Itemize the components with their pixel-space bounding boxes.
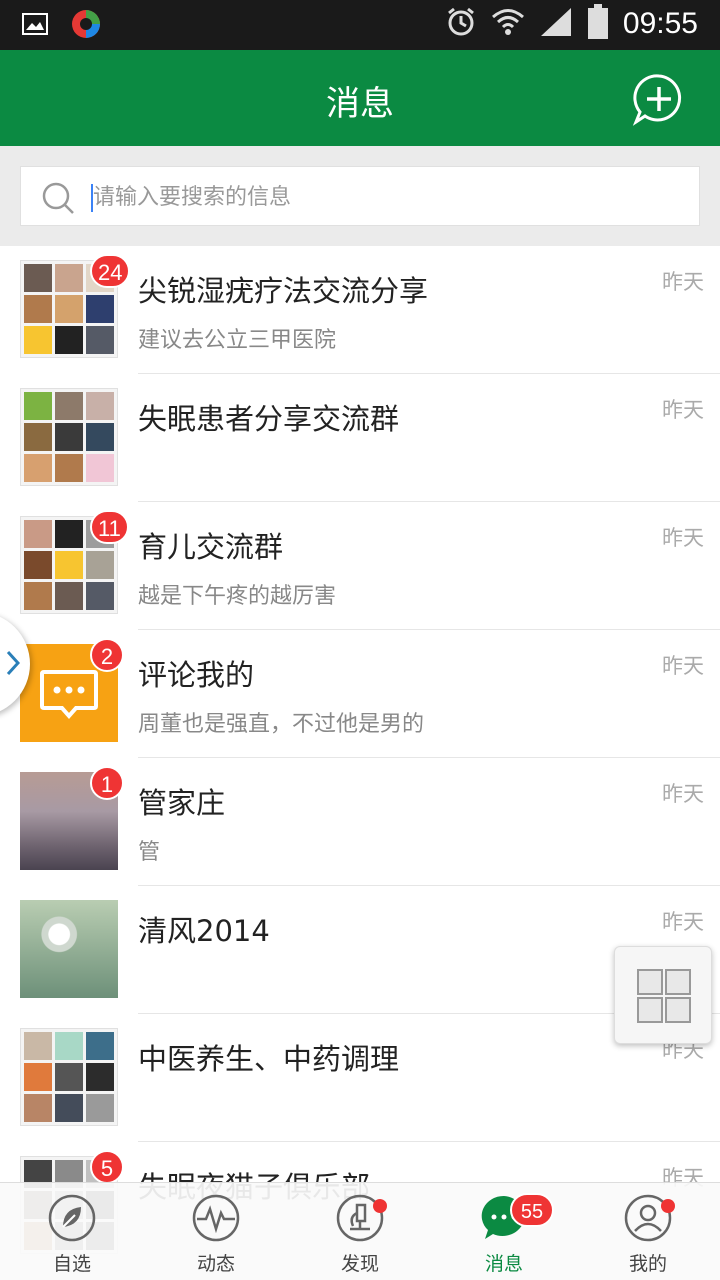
conversation-preview: 管 bbox=[138, 840, 161, 865]
pulse-icon bbox=[192, 1194, 240, 1242]
nav-label: 消息 bbox=[484, 1253, 523, 1275]
conversation-list: 24 尖锐湿疣疗法交流分享 建议去公立三甲医院 昨天 失眠患者分享交流群 昨天 … bbox=[0, 246, 720, 1270]
nav-label: 动态 bbox=[196, 1253, 235, 1275]
nav-tab-discover[interactable]: 发现 bbox=[288, 1183, 432, 1280]
add-chat-icon bbox=[632, 74, 682, 126]
conversation-name: 评论我的 bbox=[138, 658, 255, 692]
conversation-name: 管家庄 bbox=[138, 786, 226, 820]
conversation-time: 昨天 bbox=[662, 910, 704, 934]
unread-count-badge: 55 bbox=[510, 1193, 554, 1227]
nav-tab-feed[interactable]: 动态 bbox=[144, 1183, 288, 1280]
user-avatar bbox=[20, 900, 118, 998]
conversation-time: 昨天 bbox=[662, 526, 704, 550]
conversation-name: 中医养生、中药调理 bbox=[138, 1042, 400, 1076]
bottom-navigation: 自选 动态 发现 55 消息 我的 bbox=[0, 1182, 720, 1280]
unread-badge: 2 bbox=[90, 638, 124, 672]
clock: 09:55 bbox=[622, 7, 698, 40]
conversation-time: 昨天 bbox=[662, 782, 704, 806]
battery-icon bbox=[587, 4, 609, 44]
leaf-icon bbox=[48, 1194, 96, 1242]
page-title: 消息 bbox=[326, 84, 394, 124]
conversation-name: 失眠患者分享交流群 bbox=[138, 402, 400, 436]
conversation-item[interactable]: 2 评论我的 周董也是强直，不过他是男的 昨天 bbox=[0, 630, 720, 758]
search-input[interactable] bbox=[93, 177, 683, 217]
new-chat-button[interactable] bbox=[632, 72, 686, 126]
conversation-preview: 建议去公立三甲医院 bbox=[138, 328, 337, 353]
wifi-icon bbox=[491, 6, 525, 42]
conversation-time: 昨天 bbox=[662, 270, 704, 294]
conversation-preview: 周董也是强直，不过他是男的 bbox=[138, 712, 425, 737]
nav-label: 自选 bbox=[52, 1253, 91, 1275]
conversation-name: 尖锐湿疣疗法交流分享 bbox=[138, 274, 429, 308]
nav-tab-watchlist[interactable]: 自选 bbox=[0, 1183, 144, 1280]
conversation-time: 昨天 bbox=[662, 398, 704, 422]
nav-label: 我的 bbox=[628, 1253, 667, 1275]
app-notification-icon bbox=[70, 8, 102, 44]
conversation-item[interactable]: 清风2014 昨天 bbox=[0, 886, 720, 1014]
search-box[interactable] bbox=[20, 166, 700, 226]
gallery-notification-icon bbox=[22, 13, 48, 39]
nav-label: 发现 bbox=[340, 1253, 379, 1275]
conversation-item[interactable]: 1 管家庄 管 昨天 bbox=[0, 758, 720, 886]
search-icon bbox=[42, 182, 74, 214]
group-avatar bbox=[20, 1028, 118, 1126]
conversation-name: 育儿交流群 bbox=[138, 530, 284, 564]
conversation-item[interactable]: 中医养生、中药调理 昨天 bbox=[0, 1014, 720, 1142]
group-avatar bbox=[20, 388, 118, 486]
floating-menu-button[interactable] bbox=[614, 946, 712, 1044]
unread-badge: 24 bbox=[90, 254, 131, 288]
conversation-item[interactable]: 11 育儿交流群 越是下午疼的越厉害 昨天 bbox=[0, 502, 720, 630]
signal-icon bbox=[539, 6, 573, 42]
search-bar bbox=[0, 146, 720, 246]
unread-badge: 11 bbox=[90, 510, 129, 544]
notification-dot bbox=[661, 1199, 675, 1213]
unread-badge: 5 bbox=[90, 1150, 124, 1184]
notification-dot bbox=[373, 1199, 387, 1213]
unread-badge: 1 bbox=[90, 766, 124, 800]
conversation-item[interactable]: 失眠患者分享交流群 昨天 bbox=[0, 374, 720, 502]
grid-icon bbox=[637, 969, 691, 1023]
status-bar: 09:55 bbox=[0, 0, 720, 50]
app-header: 消息 bbox=[0, 50, 720, 146]
chevron-right-icon bbox=[6, 650, 20, 676]
conversation-name: 清风2014 bbox=[138, 914, 270, 948]
conversation-item[interactable]: 24 尖锐湿疣疗法交流分享 建议去公立三甲医院 昨天 bbox=[0, 246, 720, 374]
conversation-time: 昨天 bbox=[662, 654, 704, 678]
conversation-preview: 越是下午疼的越厉害 bbox=[138, 584, 337, 609]
nav-tab-messages[interactable]: 55 消息 bbox=[432, 1183, 576, 1280]
alarm-icon bbox=[445, 6, 477, 42]
nav-tab-profile[interactable]: 我的 bbox=[576, 1183, 720, 1280]
